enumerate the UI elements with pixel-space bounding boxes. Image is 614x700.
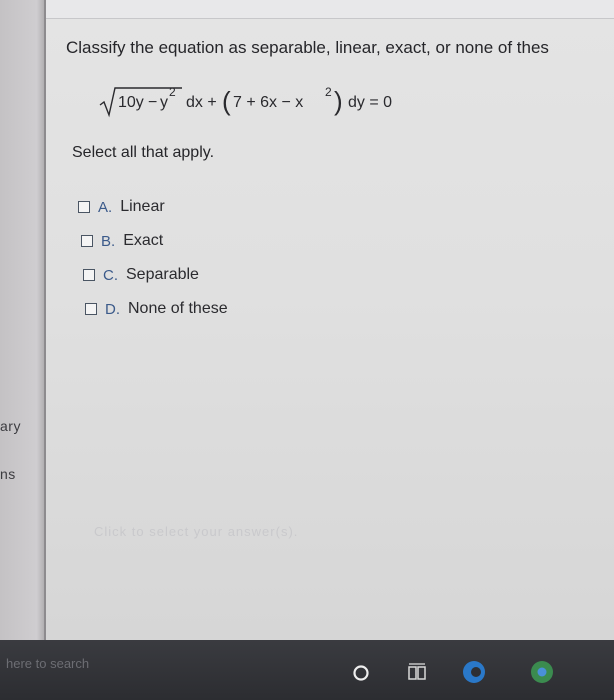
eq-exponent-2: 2	[325, 85, 332, 99]
eq-radicand-b: y	[160, 94, 168, 111]
eq-minus: −	[148, 94, 158, 111]
option-b[interactable]: B. Exact	[81, 230, 163, 252]
equation: 10y − y 2 dx + ( 7 + 6x − x 2 ) dy = 0	[98, 82, 458, 118]
eq-exponent-1: 2	[169, 85, 176, 99]
option-c-text: Separable	[126, 266, 199, 283]
option-b-text: Exact	[123, 232, 164, 249]
option-b-letter: B.	[101, 232, 116, 250]
checkbox-d[interactable]	[85, 303, 97, 315]
option-a-text: Linear	[120, 198, 165, 215]
option-d-letter: D.	[105, 300, 120, 318]
option-c[interactable]: C. Separable	[83, 264, 199, 286]
sidebar-label-1[interactable]: ary	[0, 418, 21, 434]
panel-topbar	[46, 0, 614, 19]
checkbox-b[interactable]	[81, 235, 93, 247]
option-a[interactable]: A. Linear	[78, 196, 165, 218]
option-c-letter: C.	[103, 266, 118, 284]
checkbox-c[interactable]	[83, 269, 95, 281]
eq-paren-close: )	[334, 86, 343, 116]
select-answer-hint: Click to select your answer(s).	[94, 524, 299, 539]
cortana-icon[interactable]	[352, 664, 370, 682]
option-d-text: None of these	[128, 300, 228, 317]
chrome-browser-icon[interactable]	[528, 658, 556, 686]
question-text: Classify the equation as separable, line…	[66, 38, 549, 57]
question-panel: Classify the equation as separable, line…	[46, 0, 614, 640]
instruction-text: Select all that apply.	[72, 144, 215, 161]
task-view-icon[interactable]	[406, 662, 428, 684]
taskbar: here to search	[0, 640, 614, 700]
option-d[interactable]: D. None of these	[85, 298, 228, 320]
checkbox-a[interactable]	[78, 201, 90, 213]
eq-inner: 7 + 6x − x	[233, 94, 304, 111]
edge-browser-icon[interactable]	[460, 658, 488, 686]
left-sidebar: ary ns	[0, 0, 46, 640]
eq-dy: dy = 0	[348, 94, 393, 111]
option-a-letter: A.	[98, 198, 113, 216]
taskbar-search-box[interactable]: here to search	[6, 656, 89, 671]
eq-dx: dx +	[186, 94, 217, 111]
eq-radicand-a: 10y	[118, 94, 144, 111]
sidebar-label-2[interactable]: ns	[0, 466, 16, 482]
eq-paren-open: (	[222, 86, 231, 116]
